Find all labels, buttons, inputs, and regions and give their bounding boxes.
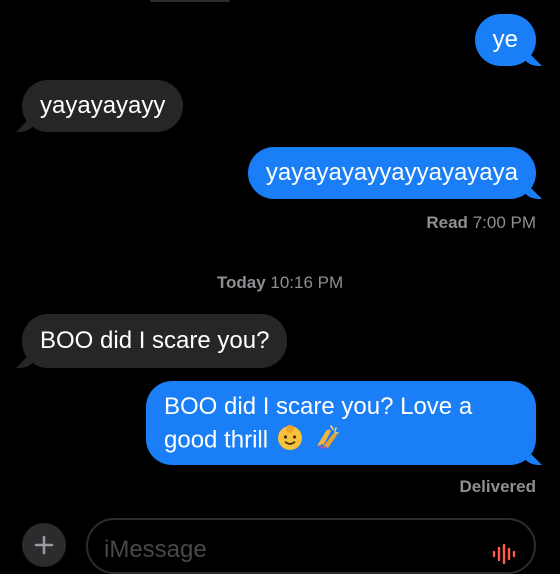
- read-label: Read: [426, 213, 468, 232]
- day-label: Today: [216, 273, 266, 292]
- message-text: BOO did I scare you?: [40, 327, 270, 354]
- composer-bar: iMessage: [0, 510, 560, 574]
- message-bubble-received[interactable]: BOO did I scare you?: [22, 314, 288, 368]
- top-divider: [150, 0, 230, 2]
- clapping-hands-icon: [311, 422, 341, 460]
- message-text: ye: [492, 26, 518, 53]
- plus-icon: [34, 535, 54, 555]
- message-text: yayayayayy: [40, 92, 166, 119]
- read-time: 7:00 PM: [472, 213, 536, 232]
- message-bubble-sent[interactable]: yayayayayyayyayayaya: [247, 147, 536, 199]
- day-separator: Today 10:16 PM: [0, 273, 560, 293]
- message-text: yayayayayyayyayayaya: [265, 159, 518, 186]
- delivered-label: Delivered: [459, 477, 536, 496]
- read-receipt: Read 7:00 PM: [426, 213, 536, 233]
- audio-waveform-icon[interactable]: [492, 542, 518, 571]
- message-bubble-sent[interactable]: BOO did I scare you? Love a good thrill: [146, 381, 536, 465]
- add-attachment-button[interactable]: [22, 523, 66, 567]
- message-bubble-sent[interactable]: ye: [474, 14, 536, 66]
- baby-emoji-icon: [275, 422, 305, 460]
- day-time: 10:16 PM: [270, 273, 344, 292]
- message-bubble-received[interactable]: yayayayayy: [22, 80, 184, 132]
- message-input[interactable]: iMessage: [86, 518, 536, 574]
- delivered-status: Delivered: [459, 477, 536, 497]
